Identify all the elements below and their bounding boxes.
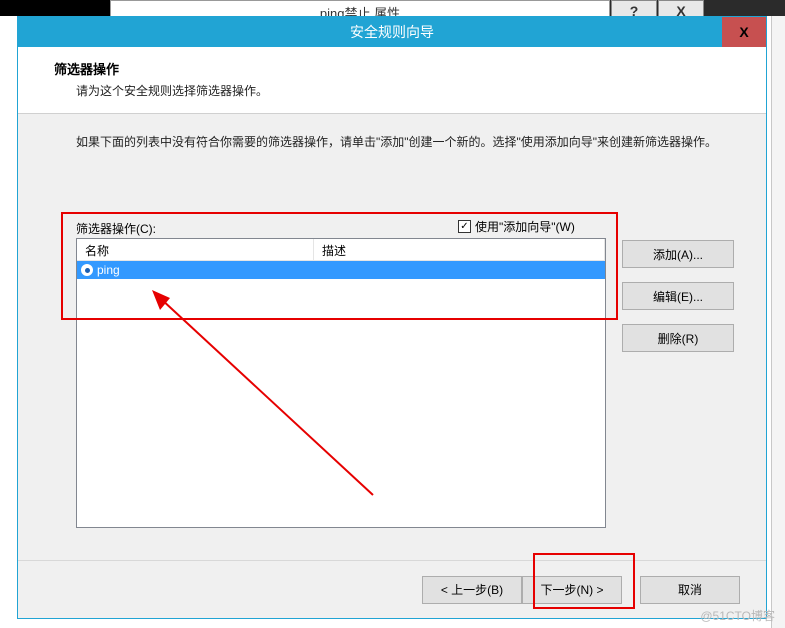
side-buttons: 添加(A)... 编辑(E)... 删除(R) [622, 240, 734, 352]
wizard-header: 筛选器操作 请为这个安全规则选择筛选器操作。 [18, 47, 766, 114]
cancel-button[interactable]: 取消 [640, 576, 740, 604]
wizard-title: 安全规则向导 [18, 22, 766, 42]
close-icon: X [739, 24, 748, 40]
list-item[interactable]: ping [77, 261, 605, 279]
next-button[interactable]: 下一步(N) > [522, 576, 622, 604]
checkbox-icon: ✓ [458, 220, 471, 233]
edit-button[interactable]: 编辑(E)... [622, 282, 734, 310]
close-button[interactable]: X [722, 17, 766, 47]
instruction-text: 如果下面的列表中没有符合你需要的筛选器操作，请单击"添加"创建一个新的。选择"使… [76, 132, 736, 154]
use-add-wizard-label: 使用"添加向导"(W) [475, 218, 575, 235]
watermark: @51CTO博客 [700, 607, 775, 624]
use-add-wizard-checkbox[interactable]: ✓ 使用"添加向导"(W) [458, 218, 575, 235]
wizard-titlebar[interactable]: 安全规则向导 X [18, 17, 766, 47]
radio-icon [81, 264, 93, 276]
column-name[interactable]: 名称 [77, 239, 314, 260]
add-button[interactable]: 添加(A)... [622, 240, 734, 268]
wizard-body: 如果下面的列表中没有符合你需要的筛选器操作，请单击"添加"创建一个新的。选择"使… [18, 114, 766, 556]
wizard-footer: < 上一步(B) 下一步(N) > 取消 [18, 560, 766, 618]
step-subtitle: 请为这个安全规则选择筛选器操作。 [54, 82, 742, 99]
list-header: 名称 描述 [77, 239, 605, 261]
back-button[interactable]: < 上一步(B) [422, 576, 522, 604]
column-description[interactable]: 描述 [314, 239, 605, 260]
list-item-name: ping [97, 263, 120, 277]
background-panel [771, 16, 785, 628]
filter-action-label: 筛选器操作(C): [76, 220, 156, 237]
step-title: 筛选器操作 [54, 59, 742, 78]
remove-button[interactable]: 删除(R) [622, 324, 734, 352]
filter-action-list[interactable]: 名称 描述 ping [76, 238, 606, 528]
security-rule-wizard: 安全规则向导 X 筛选器操作 请为这个安全规则选择筛选器操作。 如果下面的列表中… [17, 16, 767, 619]
